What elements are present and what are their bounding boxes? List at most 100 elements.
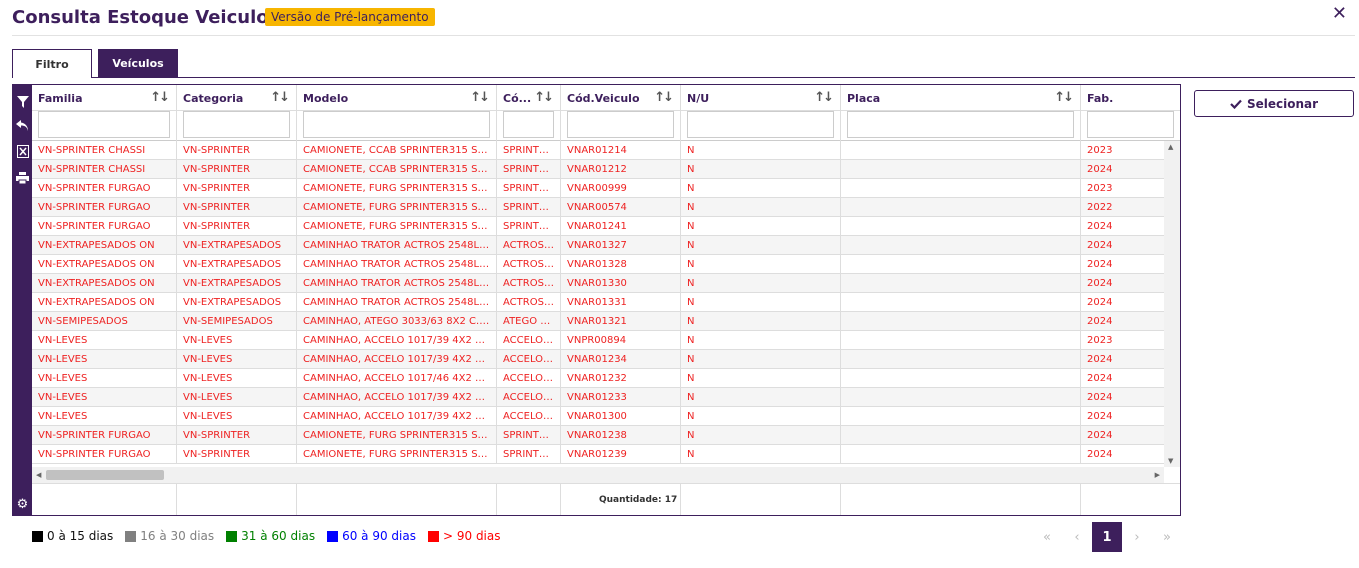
tab-filtro[interactable]: Filtro [12,49,92,78]
column-header-c-d-veiculo[interactable]: Cód.Veiculo ↑↓ [561,85,681,111]
cell-n-u: N [681,255,841,274]
cell-fab: 2024 [1081,293,1164,312]
sort-icon[interactable]: ↑↓ [654,90,674,105]
gear-icon[interactable]: ⚙ [15,497,30,512]
table-row[interactable]: VN-SPRINTER CHASSI VN-SPRINTER CAMIONETE, … [32,160,1164,179]
cell-modelo: CAMINHAO TRATOR ACTROS 2548LS/... [297,293,497,312]
table-row[interactable]: VN-EXTRAPESADOS ON VN-EXTRAPESADOS CAMINHA… [32,274,1164,293]
cell-modelo: CAMIONETE, CCAB SPRINTER315 STR ... [297,141,497,160]
sort-icon[interactable]: ↑↓ [814,90,834,105]
cell-familia: VN-LEVES [32,407,177,426]
table-row[interactable]: VN-SPRINTER FURGAO VN-SPRINTER CAMIONETE, … [32,217,1164,236]
page-button-current[interactable]: 1 [1092,522,1122,552]
column-header-familia[interactable]: Familia ↑↓ [32,85,177,111]
cell-modelo: CAMINHAO, ACCELO 1017/39 4X2 C.ES... [297,388,497,407]
cell-familia: VN-EXTRAPESADOS ON [32,255,177,274]
cell-placa [841,369,1081,388]
filter-cell [497,111,561,141]
cell-fab: 2024 [1081,312,1164,331]
scroll-up-icon[interactable]: ▲ [1168,143,1173,151]
column-filter-input[interactable] [1087,111,1174,138]
footer-cell [841,484,1081,515]
cell-placa [841,179,1081,198]
sort-icon[interactable]: ↑↓ [270,90,290,105]
horizontal-scrollbar[interactable]: ◀ ▶ [32,467,1164,483]
prev-page-button[interactable]: ‹ [1062,522,1092,552]
first-page-button[interactable]: « [1032,522,1062,552]
filter-cell [681,111,841,141]
scroll-down-icon[interactable]: ▼ [1168,457,1173,465]
filter-icon[interactable] [15,94,30,109]
column-header-label: Modelo [303,92,349,105]
table-row[interactable]: VN-SPRINTER CHASSI VN-SPRINTER CAMIONETE, … [32,141,1164,160]
table-row[interactable]: VN-SPRINTER FURGAO VN-SPRINTER CAMIONETE, … [32,179,1164,198]
column-header-c[interactable]: Có... ↑↓ [497,85,561,111]
sort-icon[interactable]: ↑↓ [150,90,170,105]
undo-icon[interactable] [15,118,30,133]
cell-fab: 2023 [1081,179,1164,198]
table-row[interactable]: VN-EXTRAPESADOS ON VN-EXTRAPESADOS CAMINHA… [32,255,1164,274]
table-row[interactable]: VN-LEVES VN-LEVES CAMINHAO, ACCELO 1017/39… [32,331,1164,350]
table-row[interactable]: VN-LEVES VN-LEVES CAMINHAO, ACCELO 1017/39… [32,407,1164,426]
cell-modelo: CAMINHAO TRATOR ACTROS 2548LS/... [297,274,497,293]
cell-fab: 2024 [1081,445,1164,464]
cell-familia: VN-EXTRAPESADOS ON [32,236,177,255]
cell-placa [841,236,1081,255]
column-filter-input[interactable] [847,111,1074,138]
footer-cell [1081,484,1180,515]
scroll-thumb[interactable] [46,470,164,480]
scroll-left-icon[interactable]: ◀ [36,471,41,479]
cell-c: SPRINTE... [497,426,561,445]
cell-c-d-veiculo: VNAR01232 [561,369,681,388]
column-filter-input[interactable] [687,111,834,138]
vertical-scrollbar[interactable]: ▲ ▼ [1164,141,1180,467]
footer-cell [497,484,561,515]
select-label: Selecionar [1246,96,1319,111]
sort-icon[interactable]: ↑↓ [470,90,490,105]
last-page-button[interactable]: » [1152,522,1182,552]
excel-icon[interactable] [15,144,30,159]
column-header-placa[interactable]: Placa ↑↓ [841,85,1081,111]
cell-categoria: VN-LEVES [177,407,297,426]
legend-item: 16 à 30 dias [125,529,214,543]
print-icon[interactable] [15,170,30,185]
table-row[interactable]: VN-LEVES VN-LEVES CAMINHAO, ACCELO 1017/39… [32,388,1164,407]
table-row[interactable]: VN-SPRINTER FURGAO VN-SPRINTER CAMIONETE, … [32,445,1164,464]
cell-c: SPRINTE... [497,141,561,160]
tab-veiculos[interactable]: Veículos [98,49,178,78]
column-header-modelo[interactable]: Modelo ↑↓ [297,85,497,111]
table-row[interactable]: VN-SEMIPESADOS VN-SEMIPESADOS CAMINHAO, AT… [32,312,1164,331]
column-filter-input[interactable] [503,111,554,138]
close-icon[interactable]: ✕ [1332,3,1347,24]
cell-fab: 2024 [1081,217,1164,236]
column-filter-input[interactable] [303,111,490,138]
column-header-fab[interactable]: Fab. [1081,85,1180,111]
cell-categoria: VN-EXTRAPESADOS [177,255,297,274]
table-row[interactable]: VN-LEVES VN-LEVES CAMINHAO, ACCELO 1017/39… [32,350,1164,369]
scroll-right-icon[interactable]: ▶ [1155,471,1160,479]
cell-c-d-veiculo: VNAR01330 [561,274,681,293]
table-row[interactable]: VN-LEVES VN-LEVES CAMINHAO, ACCELO 1017/46… [32,369,1164,388]
sort-icon[interactable]: ↑↓ [1054,90,1074,105]
column-header-n-u[interactable]: N/U ↑↓ [681,85,841,111]
table-row[interactable]: VN-EXTRAPESADOS ON VN-EXTRAPESADOS CAMINHA… [32,293,1164,312]
table-row[interactable]: VN-EXTRAPESADOS ON VN-EXTRAPESADOS CAMINHA… [32,236,1164,255]
footer-cell [297,484,497,515]
table-row[interactable]: VN-SPRINTER FURGAO VN-SPRINTER CAMIONETE, … [32,426,1164,445]
filter-cell [561,111,681,141]
legend-label: 31 à 60 dias [241,529,316,543]
cell-modelo: CAMINHAO, ACCELO 1017/39 4X2 C.ES... [297,350,497,369]
cell-c: ACCELO ... [497,407,561,426]
column-filter-input[interactable] [567,111,674,138]
next-page-button[interactable]: › [1122,522,1152,552]
column-header-label: N/U [687,92,710,105]
column-filter-input[interactable] [38,111,170,138]
column-filter-input[interactable] [183,111,290,138]
legend-item: > 90 dias [427,529,501,543]
column-header-categoria[interactable]: Categoria ↑↓ [177,85,297,111]
cell-modelo: CAMIONETE, CCAB SPRINTER315 STR ... [297,160,497,179]
sort-icon[interactable]: ↑↓ [534,90,554,105]
cell-fab: 2023 [1081,141,1164,160]
select-button[interactable]: Selecionar [1194,90,1354,117]
table-row[interactable]: VN-SPRINTER FURGAO VN-SPRINTER CAMIONETE, … [32,198,1164,217]
